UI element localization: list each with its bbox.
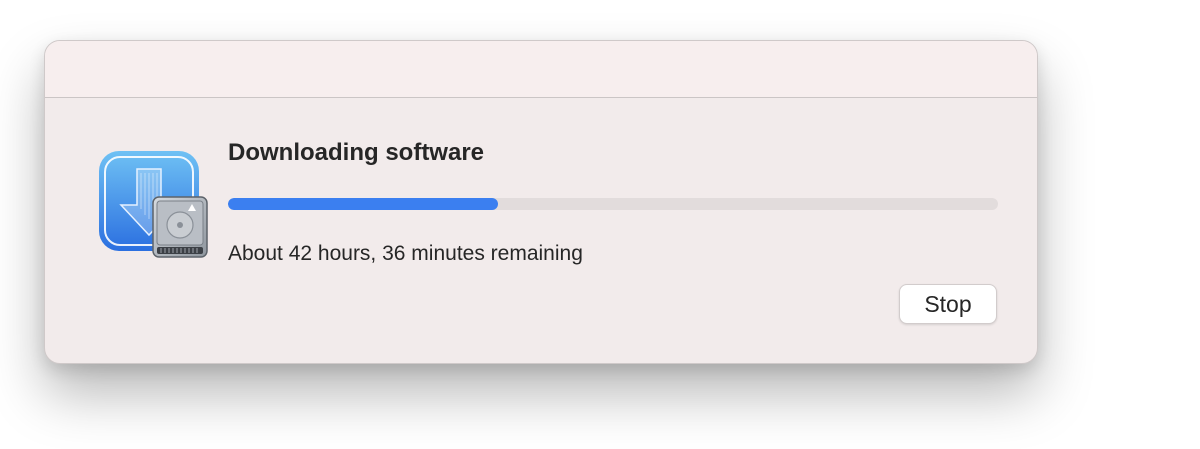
download-dialog: Downloading software About 42 hours, 36 … <box>44 40 1038 364</box>
time-remaining-text: About 42 hours, 36 minutes remaining <box>228 242 583 265</box>
stop-button[interactable]: Stop <box>899 284 997 324</box>
desktop: Downloading software About 42 hours, 36 … <box>0 0 1200 449</box>
progress-fill <box>228 198 498 210</box>
download-progress-bar <box>228 198 998 210</box>
title-bar[interactable] <box>45 41 1037 98</box>
software-update-download-icon <box>97 149 209 261</box>
dialog-title: Downloading software <box>228 139 485 166</box>
